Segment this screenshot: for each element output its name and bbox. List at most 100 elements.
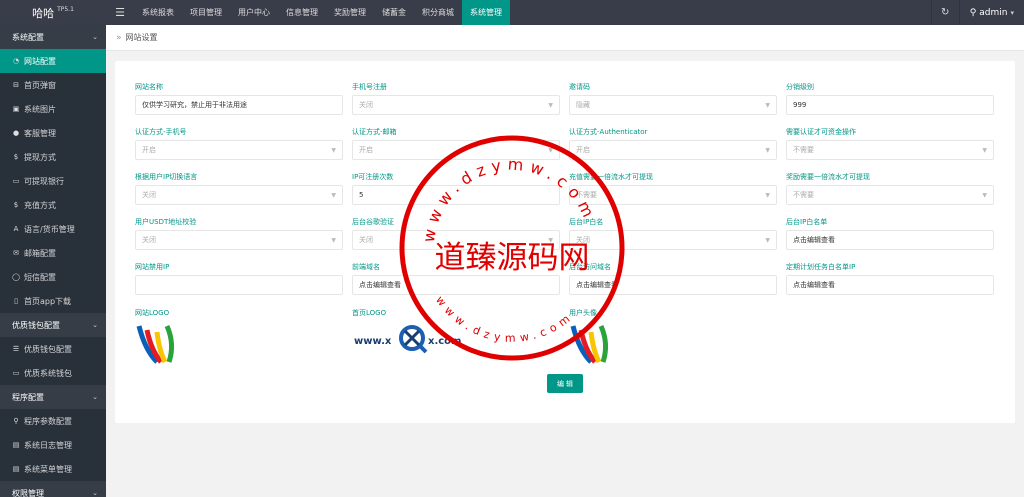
select-field[interactable]: 开启 ▼ [352, 140, 560, 160]
chevron-down-icon: ▼ [548, 236, 553, 244]
edit-button[interactable]: 编 辑 [547, 374, 583, 393]
field-value: 不需要 [576, 191, 597, 199]
topnav-item[interactable]: 积分商城 [414, 0, 462, 25]
sidebar-item[interactable]: ✉ 邮箱配置 [0, 241, 106, 265]
font-icon: A [13, 225, 19, 233]
select-field[interactable]: 开启 ▼ [569, 140, 777, 160]
sidebar-item[interactable]: ▤ 系统菜单管理 [0, 457, 106, 481]
field-label: 邀请码 [569, 83, 590, 91]
sidebar-group-header[interactable]: 权限管理 ⌄ [0, 481, 106, 497]
text-input[interactable]: 点击编辑查看 [786, 230, 994, 250]
topnav-item[interactable]: 储蓄金 [374, 0, 414, 25]
sidebar-item[interactable]: A 语言/货币管理 [0, 217, 106, 241]
topnav-item[interactable]: 奖励管理 [326, 0, 374, 25]
form-field: 网站禁用IP [135, 262, 343, 295]
top-nav: 系统报表 项目管理 用户中心 信息管理 奖励管理 储蓄金 积分商城 系统管理 [134, 0, 510, 25]
form-field: 认证方式-邮箱 开启 ▼ [352, 127, 560, 160]
user-menu[interactable]: ⚲ admin ▾ [958, 0, 1024, 25]
chevron-down-icon: ⌄ [92, 33, 98, 41]
field-label: 网站禁用IP [135, 263, 170, 271]
menu-icon[interactable]: ☰ [106, 0, 134, 25]
topnav-item[interactable]: 系统报表 [134, 0, 182, 25]
site-logo-image[interactable] [135, 320, 179, 364]
select-field[interactable]: 开启 ▼ [135, 140, 343, 160]
dollar-icon: $ [13, 153, 19, 161]
sidebar-item[interactable]: ▤ 系统日志管理 [0, 433, 106, 457]
sidebar-item[interactable]: ▭ 优质系统钱包 [0, 361, 106, 385]
sidebar-group-header[interactable]: 优质钱包配置 ⌄ [0, 313, 106, 337]
sidebar-item-label: 优质系统钱包 [24, 368, 72, 378]
field-value: 点击编辑查看 [359, 281, 401, 289]
sidebar-item-label: 网站配置 [24, 56, 56, 66]
select-field[interactable]: 关闭 ▼ [135, 185, 343, 205]
sidebar-item[interactable]: $ 提现方式 [0, 145, 106, 169]
sidebar-group-header[interactable]: 系统配置 ⌄ [0, 25, 106, 49]
topnav-item[interactable]: 系统管理 [462, 0, 510, 25]
sidebar-item[interactable]: ▭ 可提现银行 [0, 169, 106, 193]
text-input[interactable] [135, 275, 343, 295]
user-icon: ⚲ [969, 7, 977, 18]
select-field[interactable]: 关闭 ▼ [352, 95, 560, 115]
top-bar: 哈哈 TP5.1 ☰ 系统报表 项目管理 用户中心 信息管理 奖励管理 储蓄金 积分商城 系统… [0, 0, 1024, 25]
text-input[interactable]: 5 [352, 185, 560, 205]
form-field: 前端域名点击编辑查看 [352, 262, 560, 295]
home-logo-image[interactable]: www.x x.com [352, 319, 472, 359]
sidebar-item[interactable]: ☰ 优质钱包配置 [0, 337, 106, 361]
chevron-down-icon: ▼ [982, 191, 987, 199]
form-field: 根据用户IP切换语言 关闭 ▼ [135, 172, 343, 205]
field-value: 点击编辑查看 [793, 236, 835, 244]
window-icon: ⊟ [13, 81, 19, 89]
sidebar-item-label: 客服管理 [24, 128, 56, 138]
sidebar-item[interactable]: ⊟ 首页弹窗 [0, 73, 106, 97]
field-label: 前端域名 [352, 263, 380, 271]
select-field[interactable]: 不需要 ▼ [786, 140, 994, 160]
field-value: 开启 [576, 146, 590, 154]
sidebar-group-title: 程序配置 [12, 392, 44, 402]
app-logo[interactable]: 哈哈 TP5.1 [0, 0, 106, 25]
chevron-down-icon: ⌄ [92, 321, 98, 329]
form-field: 认证方式-Authenticator 开启 ▼ [569, 127, 777, 160]
select-field[interactable]: 不需要 ▼ [569, 185, 777, 205]
topnav-item[interactable]: 项目管理 [182, 0, 230, 25]
select-field[interactable]: 关闭 ▼ [352, 230, 560, 250]
link-icon: ⚲ [13, 417, 19, 425]
field-label: 认证方式-手机号 [135, 128, 187, 136]
select-field[interactable]: 隐藏 ▼ [569, 95, 777, 115]
field-value: 关闭 [576, 236, 590, 244]
text-input[interactable]: 999 [786, 95, 994, 115]
message-icon: ◯ [12, 273, 20, 281]
chevron-down-icon: ⌄ [92, 393, 98, 401]
select-field[interactable]: 不需要 ▼ [786, 185, 994, 205]
text-input[interactable]: 点击编辑查看 [352, 275, 560, 295]
field-value: 点击编辑查看 [793, 281, 835, 289]
topnav-item[interactable]: 用户中心 [230, 0, 278, 25]
sidebar-item[interactable]: ◔ 网站配置 [0, 49, 106, 73]
refresh-icon[interactable]: ↻ [930, 0, 959, 25]
text-input[interactable]: 点击编辑查看 [569, 275, 777, 295]
chevron-down-icon: ▼ [765, 236, 770, 244]
sidebar-group-header[interactable]: 程序配置 ⌄ [0, 385, 106, 409]
field-value: 开启 [359, 146, 373, 154]
form-field: 用户USDT地址校验 关闭 ▼ [135, 217, 343, 250]
sidebar-item[interactable]: $ 充值方式 [0, 193, 106, 217]
sidebar-item[interactable]: ● 客服管理 [0, 121, 106, 145]
sidebar-item-label: 程序参数配置 [24, 416, 72, 426]
select-field[interactable]: 关闭 ▼ [135, 230, 343, 250]
avatar-image[interactable] [569, 320, 613, 364]
sidebar-item[interactable]: ⚲ 程序参数配置 [0, 409, 106, 433]
text-input[interactable]: 仅供学习研究，禁止用于非法用途 [135, 95, 343, 115]
sidebar-item-label: 系统菜单管理 [24, 464, 72, 474]
text-input[interactable]: 点击编辑查看 [786, 275, 994, 295]
sidebar-item[interactable]: ▣ 系统图片 [0, 97, 106, 121]
form-field: 网站名称 仅供学习研究，禁止用于非法用途 [135, 82, 343, 115]
chevron-down-icon: ▼ [982, 146, 987, 154]
sidebar-item-label: 充值方式 [24, 200, 56, 210]
field-value: 隐藏 [576, 101, 590, 109]
topnav-item[interactable]: 信息管理 [278, 0, 326, 25]
field-label: 后台谷歌验证 [352, 218, 394, 226]
select-field[interactable]: 关闭 ▼ [569, 230, 777, 250]
sidebar-item[interactable]: ◯ 短信配置 [0, 265, 106, 289]
sidebar-item-label: 系统图片 [24, 104, 56, 114]
sidebar-item-label: 邮箱配置 [24, 248, 56, 258]
sidebar-item[interactable]: ▯ 首页app下载 [0, 289, 106, 313]
